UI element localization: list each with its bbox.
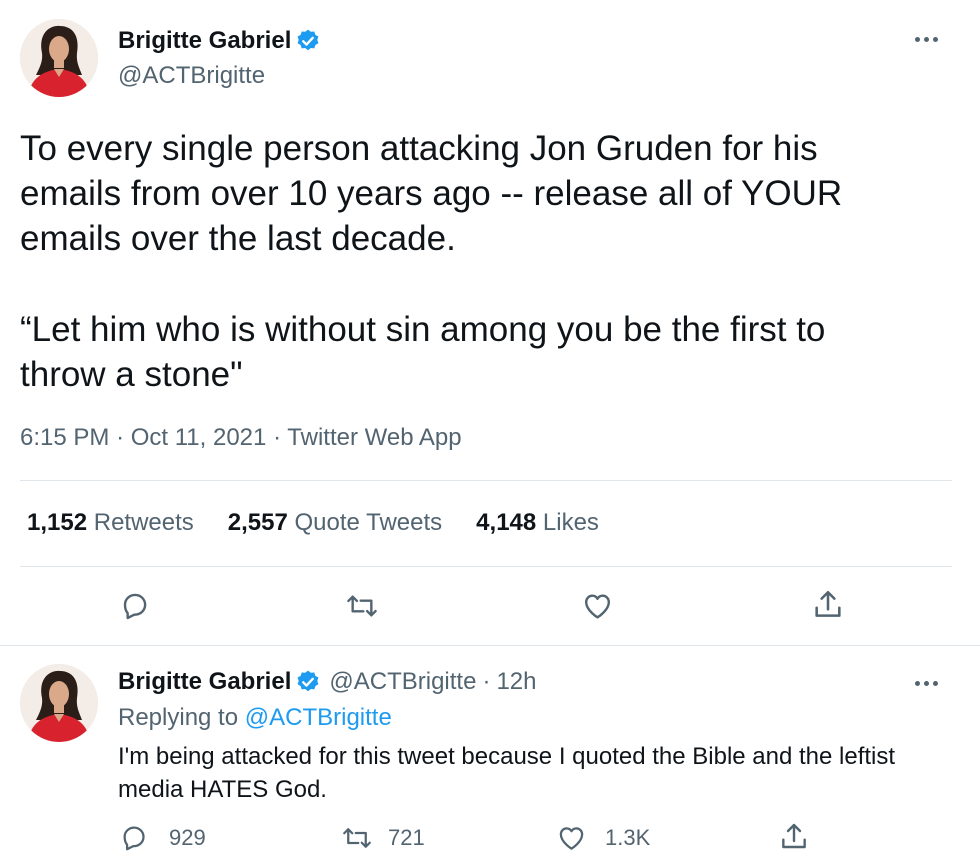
reply-author-handle[interactable]: @ACTBrigitte bbox=[329, 668, 476, 696]
tweet-paragraph-2: “Let him who is without sin among you be… bbox=[20, 310, 826, 394]
reply-icon bbox=[123, 593, 147, 620]
retweet-icon bbox=[347, 595, 377, 617]
retweet-count: 721 bbox=[388, 825, 425, 850]
verified-badge-icon bbox=[295, 669, 321, 695]
likes-stat[interactable]: 4,148 Likes bbox=[476, 509, 599, 537]
avatar-photo bbox=[20, 664, 98, 742]
author-name-row: Brigitte Gabriel bbox=[118, 27, 321, 55]
reply-author-name[interactable]: Brigitte Gabriel bbox=[118, 668, 291, 696]
tweet-stats: 1,152 Retweets 2,557 Quote Tweets 4,148 … bbox=[27, 509, 599, 537]
quote-tweets-stat[interactable]: 2,557 Quote Tweets bbox=[228, 509, 442, 537]
divider bbox=[20, 566, 952, 567]
author-name[interactable]: Brigitte Gabriel bbox=[118, 27, 291, 55]
tweet-text: To every single person attacking Jon Gru… bbox=[20, 126, 920, 397]
share-icon bbox=[815, 590, 841, 617]
share-button[interactable] bbox=[778, 821, 810, 853]
tweet-paragraph-1: To every single person attacking Jon Gru… bbox=[20, 129, 843, 258]
meta-separator: · bbox=[116, 424, 125, 451]
replying-to-prefix: Replying to bbox=[118, 704, 239, 731]
retweet-button[interactable]: 721 bbox=[340, 823, 425, 853]
verified-badge-icon bbox=[295, 28, 321, 54]
meta-separator: · bbox=[273, 424, 282, 451]
reply-text: I'm being attacked for this tweet becaus… bbox=[118, 743, 896, 803]
divider bbox=[0, 645, 980, 646]
divider bbox=[20, 480, 952, 481]
author-handle[interactable]: @ACTBrigitte bbox=[118, 62, 265, 90]
share-button[interactable] bbox=[811, 588, 845, 622]
reply-button[interactable] bbox=[119, 590, 151, 622]
reply-count: 929 bbox=[169, 825, 206, 850]
retweet-button[interactable] bbox=[344, 590, 380, 622]
like-icon bbox=[559, 827, 584, 850]
meta-separator: · bbox=[482, 668, 491, 695]
tweet-source[interactable]: Twitter Web App bbox=[287, 424, 461, 451]
retweet-icon bbox=[343, 828, 371, 848]
retweets-stat[interactable]: 1,152 Retweets bbox=[27, 509, 194, 537]
like-count: 1.3K bbox=[605, 825, 651, 850]
replying-to: Replying to @ACTBrigitte bbox=[118, 704, 392, 732]
more-options-icon[interactable] bbox=[915, 681, 938, 686]
like-button[interactable] bbox=[581, 590, 614, 622]
reply-button[interactable]: 929 bbox=[119, 823, 206, 853]
like-icon bbox=[584, 594, 611, 619]
replying-to-mention[interactable]: @ACTBrigitte bbox=[245, 704, 392, 731]
more-options-icon[interactable] bbox=[915, 37, 938, 42]
avatar-photo bbox=[20, 19, 98, 97]
share-icon bbox=[782, 823, 806, 849]
like-button[interactable]: 1.3K bbox=[556, 823, 650, 853]
tweet-metadata: 6:15 PM · Oct 11, 2021 · Twitter Web App bbox=[20, 424, 462, 452]
reply-age[interactable]: 12h bbox=[496, 668, 536, 696]
tweet-date[interactable]: Oct 11, 2021 bbox=[131, 424, 267, 451]
author-avatar[interactable] bbox=[20, 19, 98, 97]
reply-header: Brigitte Gabriel @ACTBrigitte · 12h bbox=[118, 668, 536, 696]
tweet-time[interactable]: 6:15 PM bbox=[20, 424, 109, 451]
reply-author-avatar[interactable] bbox=[20, 664, 98, 742]
reply-icon bbox=[123, 826, 145, 851]
